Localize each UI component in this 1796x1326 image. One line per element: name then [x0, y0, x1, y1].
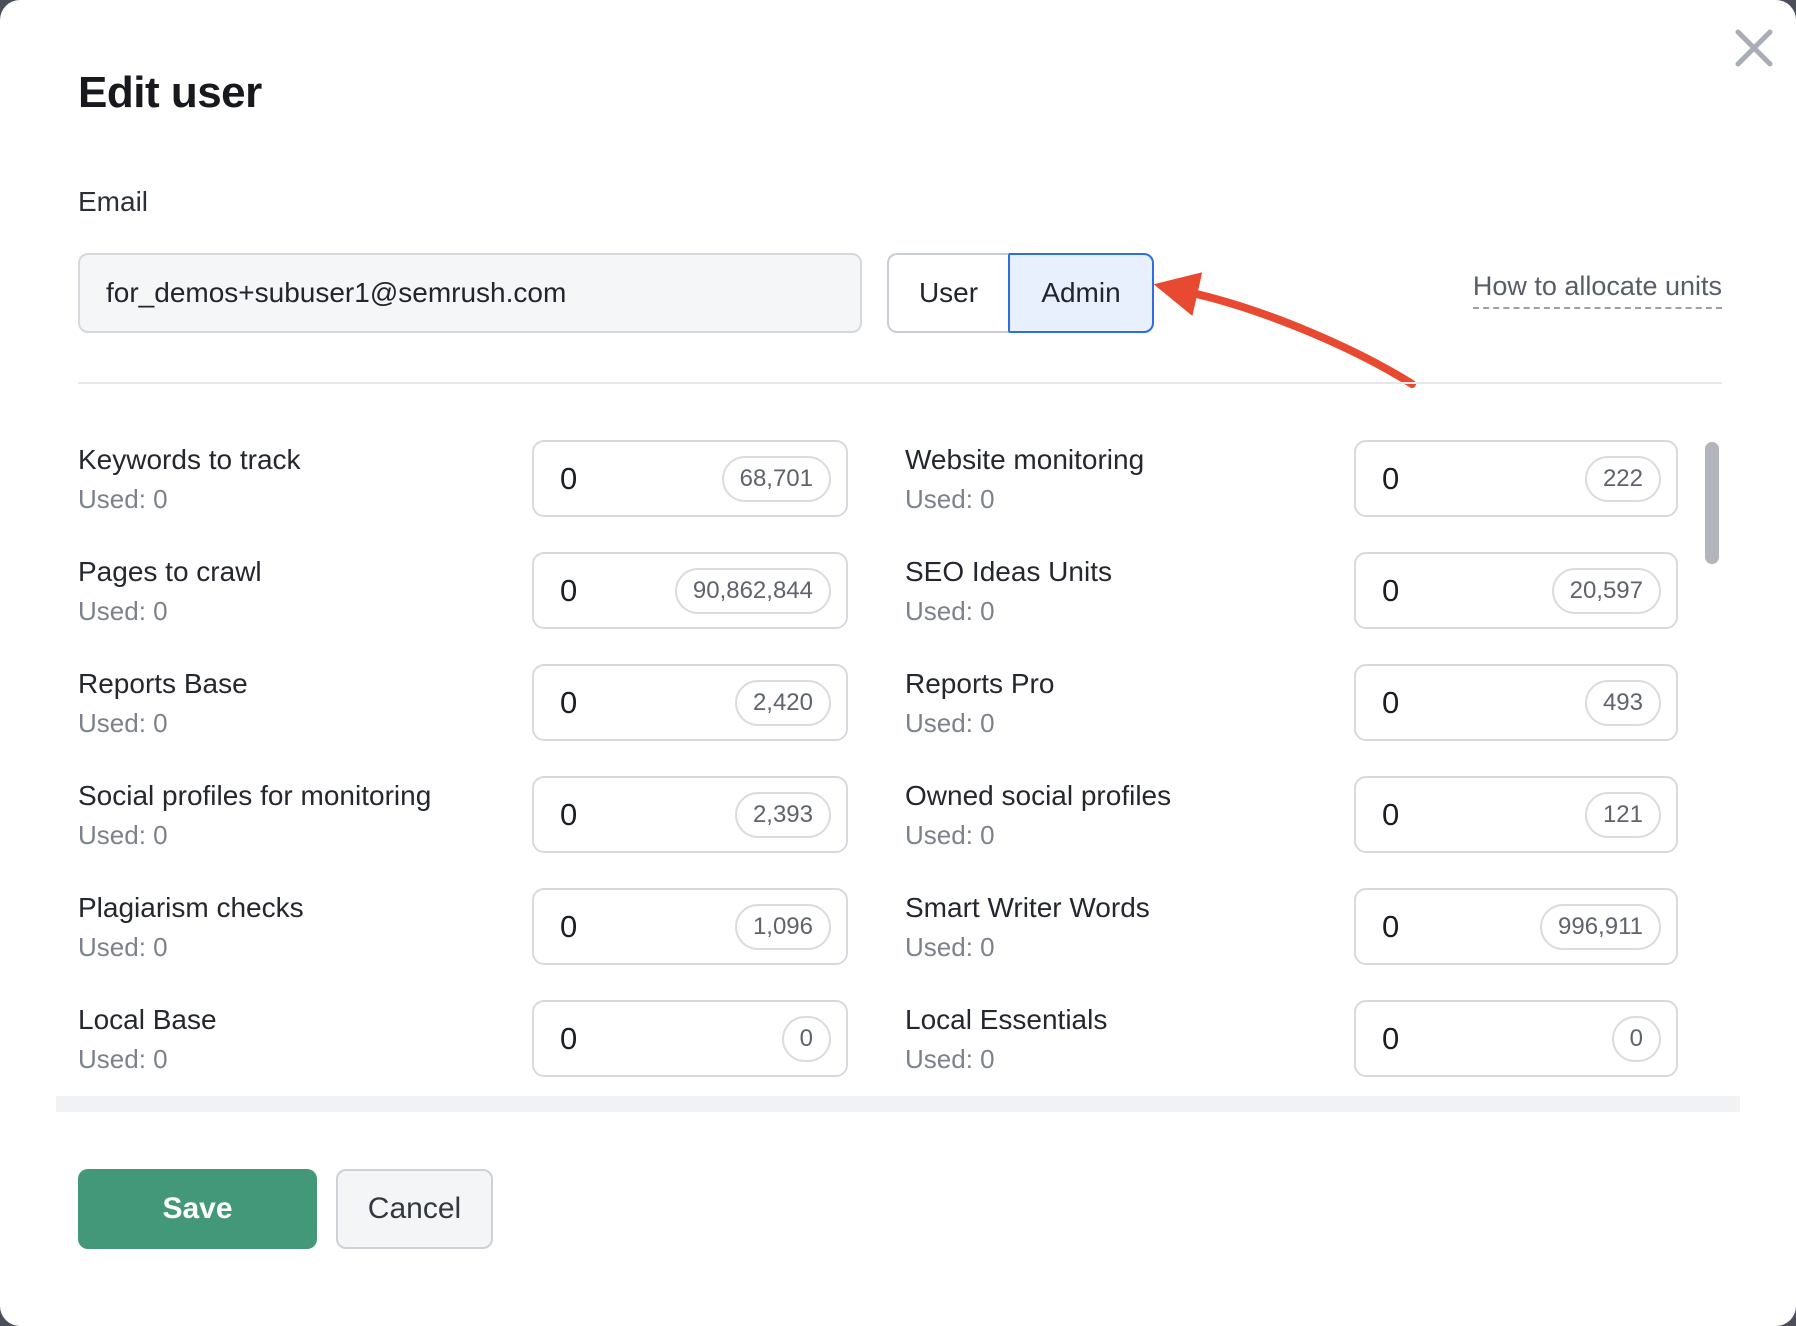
unit-label: Reports Pro: [905, 670, 1054, 698]
unit-value-input[interactable]: [1382, 1021, 1492, 1057]
unit-label: Reports Base: [78, 670, 248, 698]
unit-label: Smart Writer Words: [905, 894, 1150, 922]
unit-input-box: 222: [1354, 440, 1678, 517]
unit-input-box: 90,862,844: [532, 552, 848, 629]
unit-input-box: 121: [1354, 776, 1678, 853]
unit-used: Used: 0: [905, 822, 1171, 848]
unit-label: Local Essentials: [905, 1006, 1107, 1034]
edit-user-modal: Edit user Email User Admin How to alloca…: [0, 0, 1796, 1326]
unit-field-keywords-to-track: Keywords to track Used: 0 68,701: [78, 440, 848, 517]
unit-row: Social profiles for monitoring Used: 0 2…: [78, 776, 1678, 853]
unit-used: Used: 0: [78, 934, 304, 960]
unit-value-input[interactable]: [560, 909, 670, 945]
email-label: Email: [78, 186, 148, 218]
unit-used: Used: 0: [78, 822, 431, 848]
unit-limit-badge: 68,701: [722, 456, 831, 502]
unit-row: Local Base Used: 0 0 Local Essentials Us…: [78, 1000, 1678, 1077]
unit-input-box: 0: [532, 1000, 848, 1077]
unit-field-social-profiles-for-monitoring: Social profiles for monitoring Used: 0 2…: [78, 776, 848, 853]
unit-input-box: 0: [1354, 1000, 1678, 1077]
close-button[interactable]: [1726, 20, 1782, 76]
unit-label: Local Base: [78, 1006, 217, 1034]
unit-input-box: 2,420: [532, 664, 848, 741]
unit-input-box: 1,096: [532, 888, 848, 965]
unit-used: Used: 0: [905, 710, 1054, 736]
unit-field-owned-social-profiles: Owned social profiles Used: 0 121: [905, 776, 1678, 853]
unit-label: SEO Ideas Units: [905, 558, 1112, 586]
unit-limit-badge: 90,862,844: [675, 568, 831, 614]
unit-label: Owned social profiles: [905, 782, 1171, 810]
unit-value-input[interactable]: [1382, 573, 1492, 609]
unit-input-box: 2,393: [532, 776, 848, 853]
unit-label: Plagiarism checks: [78, 894, 304, 922]
unit-used: Used: 0: [905, 486, 1144, 512]
unit-value-input[interactable]: [1382, 797, 1492, 833]
vertical-scrollbar-thumb[interactable]: [1705, 442, 1719, 564]
unit-used: Used: 0: [905, 598, 1112, 624]
unit-limit-badge: 222: [1585, 456, 1661, 502]
unit-value-input[interactable]: [560, 1021, 670, 1057]
unit-value-input[interactable]: [1382, 909, 1492, 945]
unit-label: Website monitoring: [905, 446, 1144, 474]
unit-limit-badge: 996,911: [1540, 904, 1661, 950]
unit-input-box: 68,701: [532, 440, 848, 517]
role-toggle: User Admin: [887, 253, 1154, 333]
unit-value-input[interactable]: [560, 797, 670, 833]
header-divider: [78, 382, 1722, 384]
unit-field-plagiarism-checks: Plagiarism checks Used: 0 1,096: [78, 888, 848, 965]
unit-input-box: 493: [1354, 664, 1678, 741]
scroll-area-bottom-divider: [56, 1096, 1740, 1112]
unit-limit-badge: 2,420: [735, 680, 831, 726]
unit-value-input[interactable]: [560, 685, 670, 721]
unit-used: Used: 0: [78, 710, 248, 736]
unit-field-local-essentials: Local Essentials Used: 0 0: [905, 1000, 1678, 1077]
unit-row: Plagiarism checks Used: 0 1,096 Smart Wr…: [78, 888, 1678, 965]
unit-limit-badge: 121: [1585, 792, 1661, 838]
unit-limit-badge: 493: [1585, 680, 1661, 726]
unit-row: Keywords to track Used: 0 68,701 Website…: [78, 440, 1678, 517]
page-title: Edit user: [78, 68, 262, 118]
unit-input-box: 996,911: [1354, 888, 1678, 965]
unit-row: Reports Base Used: 0 2,420 Reports Pro U…: [78, 664, 1678, 741]
unit-used: Used: 0: [905, 1046, 1107, 1072]
unit-limit-badge: 20,597: [1552, 568, 1661, 614]
unit-label: Pages to crawl: [78, 558, 262, 586]
unit-field-local-base: Local Base Used: 0 0: [78, 1000, 848, 1077]
unit-value-input[interactable]: [1382, 461, 1492, 497]
unit-limit-badge: 2,393: [735, 792, 831, 838]
unit-row: Pages to crawl Used: 0 90,862,844 SEO Id…: [78, 552, 1678, 629]
action-buttons: Save Cancel: [78, 1169, 493, 1249]
unit-value-input[interactable]: [1382, 685, 1492, 721]
user-role-button[interactable]: User: [887, 253, 1008, 333]
unit-field-smart-writer-words: Smart Writer Words Used: 0 996,911: [905, 888, 1678, 965]
unit-limit-badge: 0: [1612, 1016, 1661, 1062]
email-input[interactable]: [78, 253, 862, 333]
unit-field-reports-pro: Reports Pro Used: 0 493: [905, 664, 1678, 741]
close-icon: [1732, 26, 1776, 70]
units-allocation-list: Keywords to track Used: 0 68,701 Website…: [78, 440, 1678, 1112]
unit-label: Social profiles for monitoring: [78, 782, 431, 810]
how-to-allocate-units-link[interactable]: How to allocate units: [1473, 271, 1722, 309]
unit-field-pages-to-crawl: Pages to crawl Used: 0 90,862,844: [78, 552, 848, 629]
unit-used: Used: 0: [78, 486, 301, 512]
unit-field-reports-base: Reports Base Used: 0 2,420: [78, 664, 848, 741]
unit-field-seo-ideas-units: SEO Ideas Units Used: 0 20,597: [905, 552, 1678, 629]
unit-label: Keywords to track: [78, 446, 301, 474]
unit-limit-badge: 1,096: [735, 904, 831, 950]
unit-limit-badge: 0: [782, 1016, 831, 1062]
unit-used: Used: 0: [78, 1046, 217, 1072]
unit-used: Used: 0: [78, 598, 262, 624]
admin-role-button[interactable]: Admin: [1008, 253, 1154, 333]
red-arrow-annotation: [1150, 258, 1430, 398]
unit-value-input[interactable]: [560, 573, 670, 609]
save-button[interactable]: Save: [78, 1169, 317, 1249]
unit-value-input[interactable]: [560, 461, 670, 497]
unit-input-box: 20,597: [1354, 552, 1678, 629]
cancel-button[interactable]: Cancel: [336, 1169, 493, 1249]
unit-used: Used: 0: [905, 934, 1150, 960]
unit-field-website-monitoring: Website monitoring Used: 0 222: [905, 440, 1678, 517]
